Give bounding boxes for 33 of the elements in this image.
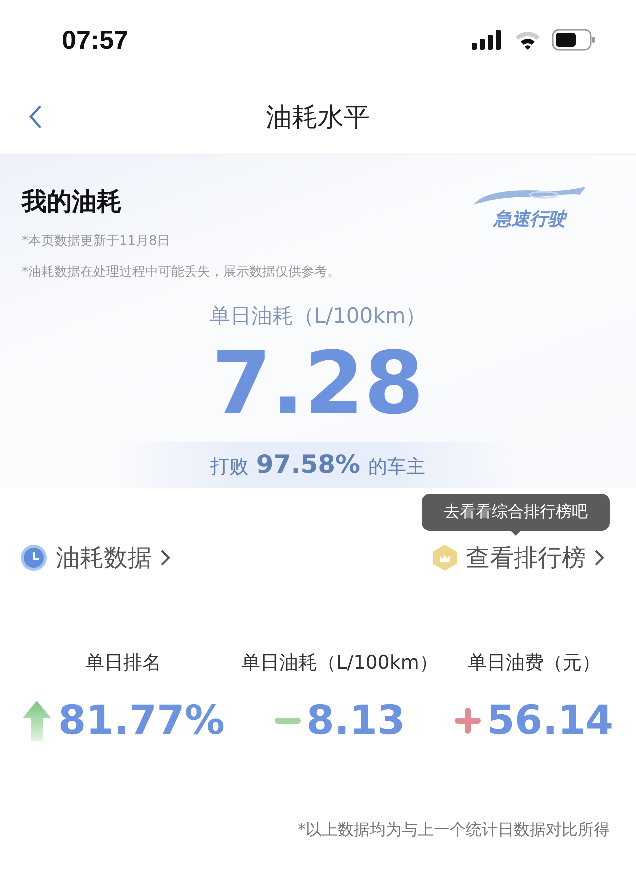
- nav-link[interactable]: 查看排行榜: [432, 542, 606, 574]
- metric-label: 单日油耗（L/100km）: [209, 303, 427, 330]
- signal-icon: [472, 30, 504, 50]
- clock-icon: [20, 544, 48, 572]
- nav-link[interactable]: 油耗数据: [20, 542, 172, 574]
- stat-label: 单日油耗（L/100km）: [242, 651, 438, 676]
- logo-text: 急速行驶: [494, 208, 566, 231]
- beat-value: 97.58%: [256, 450, 361, 479]
- status-time: 07:57: [62, 24, 128, 56]
- metric-value: 7.28: [212, 333, 424, 436]
- minus-icon: [274, 718, 301, 724]
- stat-label: 单日排名: [86, 651, 162, 676]
- plus-icon: [455, 708, 482, 734]
- beat-text: 打败: [210, 455, 248, 480]
- stat-label: 单日油费（元）: [468, 651, 601, 676]
- footnote: *以上数据均为与上一个统计日数据对比所得: [298, 820, 610, 841]
- up-arrow-icon: [22, 700, 52, 742]
- tooltip: 去看看综合排行榜吧: [422, 494, 610, 531]
- stat-value: 56.14: [487, 698, 614, 744]
- tooltip-pointer: [509, 531, 523, 536]
- section-title: 我的油耗: [22, 186, 123, 218]
- chevron-right-icon: [160, 549, 172, 567]
- stat-value: 8.13: [306, 698, 406, 744]
- medal-icon: [432, 544, 458, 572]
- beat-text: 的车主: [368, 455, 426, 480]
- wifi-icon: [514, 30, 542, 50]
- stat-value: 81.77%: [58, 698, 225, 744]
- battery-icon: [552, 29, 596, 51]
- page-title: 油耗水平: [266, 102, 370, 134]
- chevron-right-icon: [594, 549, 606, 567]
- note-text: *油耗数据在处理过程中可能丢失，展示数据仅供参考。: [22, 264, 340, 282]
- note-text: *本页数据更新于11月8日: [22, 233, 172, 251]
- back-icon[interactable]: [28, 105, 42, 129]
